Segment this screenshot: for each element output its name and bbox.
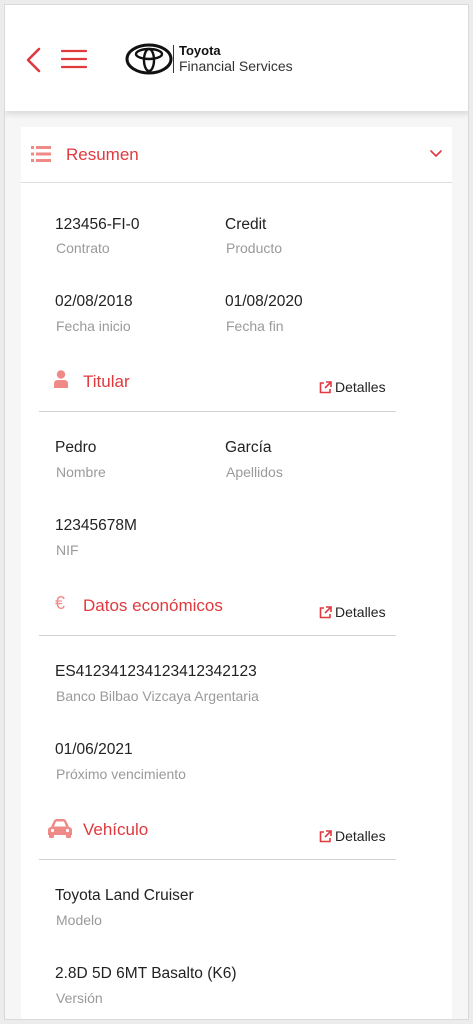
app-header: Toyota Financial Services (5, 5, 468, 111)
vehicle-version-label: Versión (56, 990, 103, 1006)
holder-name-label: Nombre (56, 464, 106, 480)
logo-divider (173, 45, 174, 73)
vehicle-version-value: 2.8D 5D 6MT Basalto (K6) (55, 965, 237, 982)
economic-section-title: Datos económicos (83, 596, 223, 615)
list-icon (31, 146, 51, 162)
holder-nif-label: NIF (56, 542, 79, 558)
holder-surname-label: Apellidos (226, 464, 283, 480)
car-icon (48, 819, 72, 838)
holder-surname-value: García (225, 439, 272, 456)
chevron-left-icon (26, 47, 41, 73)
euro-icon: € (55, 593, 66, 613)
vehicle-section-title: Vehículo (83, 820, 149, 839)
holder-nif-value: 12345678M (55, 517, 137, 534)
chevron-down-icon (430, 150, 442, 157)
start-date-label: Fecha inicio (56, 318, 131, 334)
hamburger-icon (60, 49, 88, 69)
holder-name-value: Pedro (55, 439, 97, 456)
external-link-icon (319, 381, 332, 394)
end-date-label: Fecha fin (226, 318, 284, 334)
holder-details-label: Detalles (335, 379, 386, 395)
iban-value: ES412341234123412342123 (55, 663, 257, 680)
vehicle-details-link[interactable]: Detalles (319, 828, 386, 844)
economic-divider (39, 635, 396, 636)
holder-divider (39, 411, 396, 412)
app-frame: Toyota Financial Services Resumen 123456… (4, 4, 469, 1020)
brand-subtitle: Financial Services (179, 58, 293, 74)
holder-details-link[interactable]: Detalles (319, 379, 386, 395)
vehicle-divider (39, 859, 396, 860)
contract-label: Contrato (56, 240, 110, 256)
economic-details-link[interactable]: Detalles (319, 604, 386, 620)
start-date-value: 02/08/2018 (55, 293, 133, 310)
toyota-logo-icon (125, 43, 173, 75)
contract-value: 123456-FI-0 (55, 216, 140, 233)
due-date-value: 01/06/2021 (55, 741, 133, 758)
brand-name: Toyota (179, 43, 221, 58)
summary-title: Resumen (66, 145, 139, 164)
vehicle-details-label: Detalles (335, 828, 386, 844)
user-icon (54, 370, 68, 388)
due-date-label: Próximo vencimiento (56, 766, 186, 782)
economic-details-label: Detalles (335, 604, 386, 620)
bank-label: Banco Bilbao Vizcaya Argentaria (56, 688, 259, 704)
external-link-icon (319, 606, 332, 619)
vehicle-model-label: Modelo (56, 912, 102, 928)
external-link-icon (319, 830, 332, 843)
end-date-value: 01/08/2020 (225, 293, 303, 310)
product-value: Credit (225, 216, 267, 233)
product-label: Producto (226, 240, 283, 256)
contract-card: Resumen 123456-FI-0 Contrato Credit Prod… (21, 127, 452, 1019)
holder-section-title: Titular (83, 372, 130, 391)
back-button[interactable] (23, 47, 45, 73)
summary-accordion-toggle[interactable]: Resumen (21, 127, 452, 183)
vehicle-model-value: Toyota Land Cruiser (55, 887, 194, 904)
menu-button[interactable] (60, 48, 88, 70)
